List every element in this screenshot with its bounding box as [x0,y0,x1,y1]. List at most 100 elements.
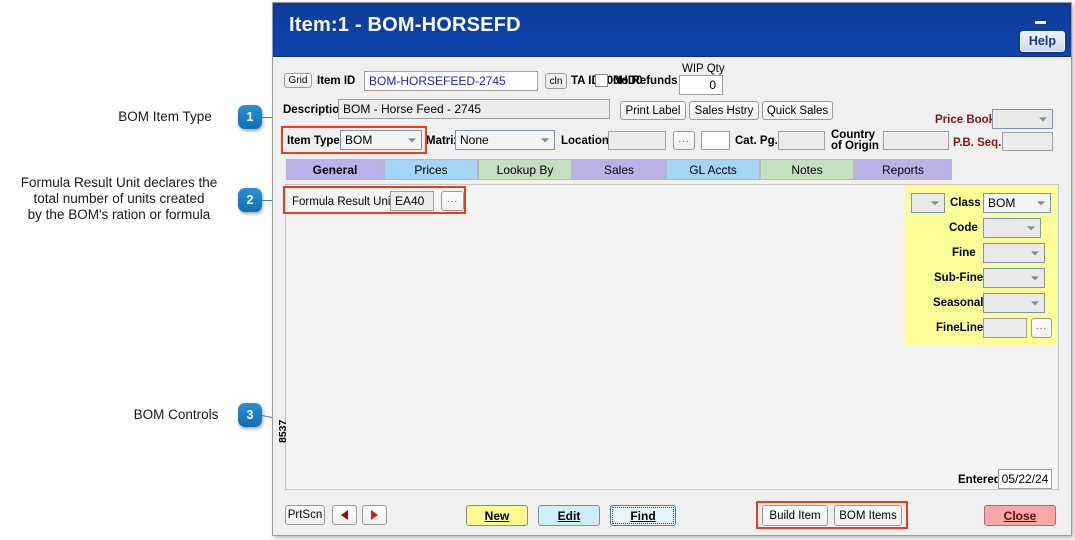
wip-qty-input[interactable]: 0 [679,75,723,95]
tab-sales[interactable]: Sales [572,159,666,180]
pb-seq-label: P.B. Seq. [953,137,1002,149]
no-refunds-label: No Refunds [613,75,678,87]
chevron-down-icon [1027,295,1042,310]
sales-hstry-button[interactable]: Sales Hstry [689,101,759,120]
cln-button[interactable]: cln [545,73,567,89]
tab-reports[interactable]: Reports [854,159,952,180]
item-type-value: BOM [345,133,373,147]
fine-combo[interactable] [983,243,1045,263]
tab-lookup-by[interactable]: Lookup By [478,159,572,180]
chevron-down-icon [927,195,942,210]
tab-prices-label: Prices [414,162,448,177]
sales-hstry-text: Sales Hstry [694,104,754,117]
find-button[interactable]: Find [610,505,676,526]
grid-button[interactable]: Grid [284,73,312,88]
tab-reports-label: Reports [881,162,925,177]
tab-notes[interactable]: Notes [760,159,854,180]
seasonal-label: Seasonal [933,297,984,309]
fineline-label: FineLine [936,322,984,334]
prtscn-button[interactable]: PrtScn [285,505,325,525]
location-input[interactable] [608,131,666,150]
edit-button-label: Edit [557,508,581,523]
previous-record-button[interactable] [332,505,357,525]
annotation-badge-3: 3 [238,403,262,427]
item-id-input[interactable]: BOM-HORSEFEED-2745 [364,71,538,91]
item-id-label: Item ID [317,75,356,87]
tab-gl-accts[interactable]: GL Accts [666,159,760,180]
entered-label: Entered [958,474,1001,486]
quick-sales-text: Quick Sales [766,104,829,117]
print-label-text: Print Label [625,104,681,117]
fineline-browse-button[interactable]: ... [1031,318,1052,338]
annotation-label-3: BOM Controls [133,407,219,422]
pb-seq-input[interactable] [1002,132,1053,151]
cat-pg-input[interactable] [778,131,825,150]
formula-result-unit-browse-button[interactable]: ... [441,191,464,211]
quick-sales-button[interactable]: Quick Sales [762,101,833,120]
dialog-titlebar: Item:1 - BOM-HORSEFD Help [273,3,1071,57]
sub-fine-combo[interactable] [983,268,1045,288]
arrow-left-icon [341,510,348,520]
location-extra-input[interactable] [701,131,730,150]
arrow-right-icon [371,510,378,520]
fineline-input[interactable] [983,318,1027,338]
tab-general[interactable]: General [286,159,384,180]
dialog-footer: PrtScn New Edit Find Build Item BOM Item… [273,495,1071,537]
tab-general-label: General [312,162,358,177]
chevron-down-icon [537,132,552,147]
tab-notes-label: Notes [791,162,823,177]
price-book-combo[interactable] [992,109,1053,129]
annotation-label-2: Formula Result Unit declares the total n… [20,175,218,222]
classification-panel: Class BOM Code Fine Sub-Fine Seasonal Fi… [905,185,1057,345]
matrix-value: None [460,133,489,147]
minimize-icon[interactable] [1033,13,1049,27]
item-type-combo[interactable]: BOM [340,130,422,150]
description-label: Description [283,104,347,116]
chevron-down-icon [1035,111,1050,126]
no-refunds-checkbox[interactable] [595,74,608,87]
class-label: Class [950,197,981,209]
cat-pg-label: Cat. Pg. [735,135,778,147]
country-of-origin-label: Country of Origin [831,129,879,152]
formula-result-unit-label: Formula Result Unit [292,196,394,208]
tab-sales-label: Sales [603,162,635,177]
next-record-button[interactable] [362,505,387,525]
close-button[interactable]: Close [984,505,1056,526]
class-prefix-combo[interactable] [911,193,945,213]
price-book-label: Price Book [935,114,996,126]
location-label: Location [561,135,609,147]
help-button[interactable]: Help [1019,31,1065,52]
new-button-label: New [484,508,510,523]
chevron-down-icon [1023,220,1038,235]
find-button-label: Find [630,508,656,523]
seasonal-combo[interactable] [983,293,1045,313]
chevron-down-icon [1033,195,1048,210]
chevron-down-icon [404,132,419,147]
class-combo[interactable]: BOM [983,193,1051,213]
chevron-down-icon [1027,270,1042,285]
vertical-form-code: 8537 [277,419,289,443]
window-title: Item:1 - BOM-HORSEFD [289,14,521,36]
entered-input[interactable]: 05/22/24 [998,469,1052,489]
code-label: Code [949,222,978,234]
print-label-button[interactable]: Print Label [620,101,686,120]
location-browse-button[interactable]: ... [673,131,695,150]
build-item-label: Build Item [769,509,821,522]
tab-prices[interactable]: Prices [384,159,478,180]
bom-items-button[interactable]: BOM Items [834,505,902,526]
build-item-button[interactable]: Build Item [762,505,828,526]
general-tab-panel: 8537 Formula Result Unit EA40 ... Class … [277,184,1059,490]
annotation-label-1: BOM Item Type [118,109,212,124]
sub-fine-label: Sub-Fine [934,272,984,284]
formula-result-unit-input[interactable]: EA40 [390,191,434,211]
description-input[interactable]: BOM - Horse Feed - 2745 [338,99,610,119]
edit-button[interactable]: Edit [538,505,600,526]
code-combo[interactable] [983,218,1041,238]
country-of-origin-input[interactable] [883,131,949,150]
matrix-combo[interactable]: None [455,130,555,150]
item-dialog-window: Item:1 - BOM-HORSEFD Help Grid Item ID B… [272,2,1072,536]
new-button[interactable]: New [466,505,528,526]
bom-items-label: BOM Items [839,509,897,522]
class-value: BOM [988,196,1016,210]
item-type-label: Item Type [287,135,340,147]
